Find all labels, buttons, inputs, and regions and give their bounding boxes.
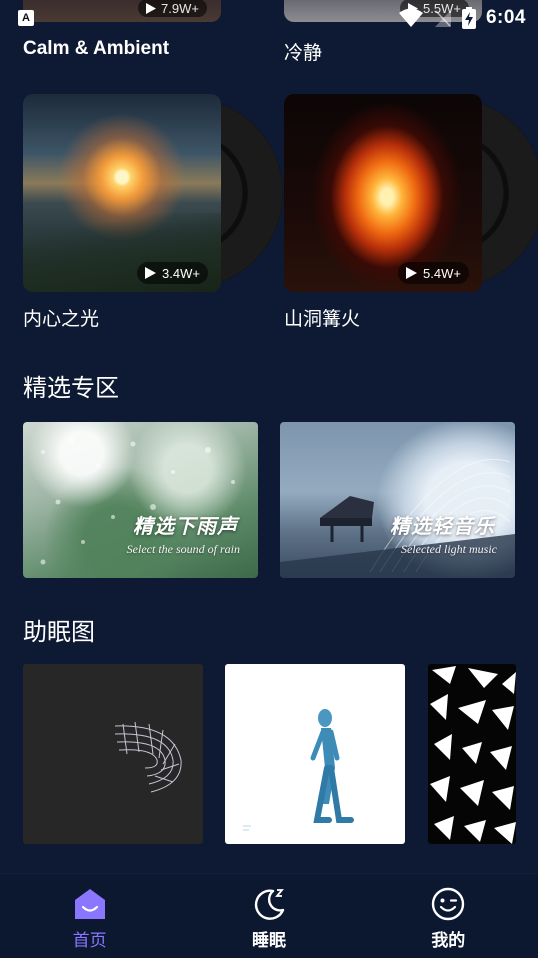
nav-home[interactable]: 首页 bbox=[30, 886, 150, 951]
status-left: A bbox=[18, 10, 34, 26]
album-title[interactable]: 山洞篝火 bbox=[284, 304, 524, 331]
play-icon bbox=[145, 267, 156, 279]
play-count-badge: 3.4W+ bbox=[137, 262, 208, 284]
album-card-cave-fire[interactable]: 5.4W+ 山洞篝火 bbox=[284, 94, 538, 331]
smiley-icon bbox=[432, 887, 465, 921]
nav-sleep[interactable]: 睡眠 bbox=[209, 886, 329, 951]
wire-tube-graphic bbox=[114, 721, 182, 793]
sleep-image-card[interactable] bbox=[428, 664, 516, 844]
sleep-image-card[interactable] bbox=[225, 664, 405, 844]
play-count: 5.4W+ bbox=[423, 265, 461, 281]
sleep-image-card[interactable] bbox=[23, 664, 203, 844]
play-icon bbox=[406, 267, 417, 279]
status-right: 6:04 bbox=[398, 7, 526, 29]
album-title[interactable]: 内心之光 bbox=[23, 304, 263, 331]
banner-subtitle: Selected light music bbox=[401, 542, 497, 556]
wifi-icon bbox=[398, 8, 423, 27]
nav-sleep-label: 睡眠 bbox=[251, 931, 286, 950]
album-cover-wrap[interactable]: 3.4W+ bbox=[23, 94, 283, 294]
nav-mine-label: 我的 bbox=[431, 931, 466, 950]
no-signal-icon bbox=[434, 10, 451, 27]
album-title[interactable]: Calm & Ambient bbox=[23, 38, 169, 60]
banner-title: 精选下雨声 bbox=[133, 516, 238, 538]
status-bar: A 6:04 bbox=[0, 0, 538, 36]
nav-home-label: 首页 bbox=[72, 931, 107, 950]
album-title[interactable]: 冷静 bbox=[284, 38, 322, 65]
banner-rain-sounds[interactable]: 精选下雨声 Select the sound of rain bbox=[23, 422, 258, 578]
app-notification-icon: A bbox=[18, 10, 34, 26]
op-art-graphic bbox=[430, 666, 516, 844]
section-title-featured: 精选专区 bbox=[23, 375, 119, 402]
moon-icon bbox=[254, 889, 285, 920]
walking-figure-graphic bbox=[243, 709, 354, 831]
album-card-inner-light[interactable]: 3.4W+ 内心之光 bbox=[23, 94, 283, 331]
section-title-sleep-images: 助眠图 bbox=[23, 619, 95, 646]
bottom-navigation: 首页 睡眠 我的 bbox=[0, 873, 538, 958]
banner-subtitle: Select the sound of rain bbox=[126, 542, 240, 556]
play-count-badge: 5.4W+ bbox=[398, 262, 469, 284]
nav-mine[interactable]: 我的 bbox=[388, 886, 508, 951]
play-count: 3.4W+ bbox=[162, 265, 200, 281]
battery-charging-icon bbox=[461, 7, 476, 29]
album-cover-wrap[interactable]: 5.4W+ bbox=[284, 94, 538, 294]
home-icon bbox=[74, 889, 105, 919]
status-time: 6:04 bbox=[485, 7, 526, 28]
banner-light-music[interactable]: 精选轻音乐 Selected light music bbox=[280, 422, 515, 578]
banner-title: 精选轻音乐 bbox=[390, 516, 495, 538]
